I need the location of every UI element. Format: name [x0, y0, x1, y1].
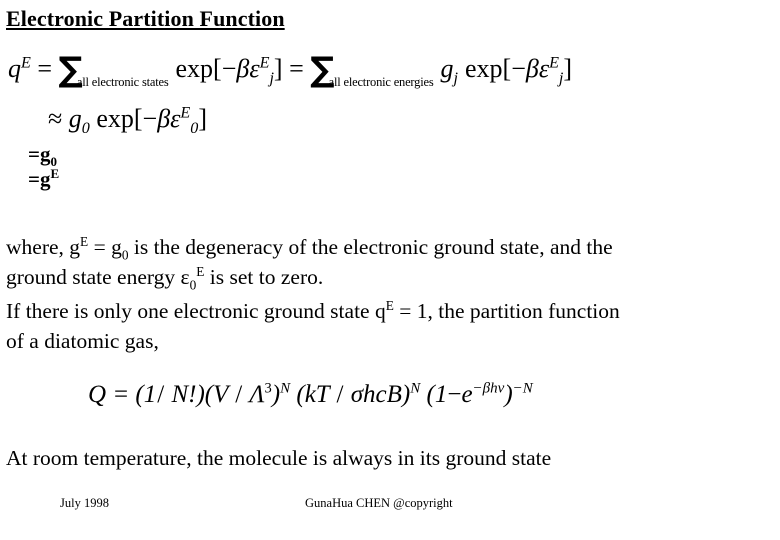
footer-copyright: GunaHua CHEN @copyright	[305, 496, 453, 510]
eq2-exp-open: exp[	[96, 104, 143, 133]
body-line1-part-a: where, g	[6, 235, 81, 259]
eq2-g: g	[68, 104, 82, 133]
body-line1-part-b: = g	[88, 235, 122, 259]
eq3-exponent-minus: −	[472, 380, 483, 397]
body-line2-subscript: 0	[189, 277, 197, 293]
eq1-term2-superscript: E	[549, 54, 559, 72]
eq3-power-minus-N: −N	[512, 380, 533, 397]
body-line3-part-b: = 1, the partition function	[393, 299, 620, 323]
eq3-kT: kT	[304, 381, 336, 408]
equation-total-partition-function: Q = (1/ N!)(V / Λ3)N (kT / σhcB)N (1−e−β…	[88, 381, 533, 409]
eq1-term2-beta: β	[525, 54, 539, 83]
eq1-lhs: q	[8, 54, 21, 83]
eq3-equals-open: = (1	[106, 381, 157, 408]
eq1-term2-close: ]	[563, 54, 573, 83]
eq1-term1-close: ]	[273, 54, 283, 83]
footer-date: July 1998	[60, 496, 109, 510]
body-line2-part-b: is set to zero.	[204, 265, 324, 289]
eq1-term2-epsilon: ε	[538, 54, 550, 83]
body-text-line-4: of a diatomic gas,	[6, 329, 159, 353]
gE-superscript: E	[50, 166, 60, 181]
eq3-open-paren-2: (	[290, 381, 305, 408]
eq1-term1-epsilon: ε	[249, 54, 260, 83]
body-line1-part-c: is the degeneracy of the electronic grou…	[128, 235, 613, 259]
page-title: Electronic Partition Function	[6, 6, 285, 31]
closing-sentence: At room temperature, the molecule is alw…	[6, 446, 552, 470]
slide-canvas: Electronic Partition Function qE = ∑all …	[0, 0, 780, 540]
body-line2-part-a: ground state energy ε	[6, 265, 190, 289]
equation-equals-g0: =g0	[28, 142, 57, 168]
body-line1-subscript: 0	[121, 247, 129, 263]
body-text-line-3: If there is only one electronic ground s…	[6, 296, 620, 326]
eq2-beta: β	[157, 104, 171, 133]
eq3-volume: V	[213, 381, 235, 408]
eq3-close-paren-3: )	[504, 381, 513, 408]
eq3-power-N-1: N	[280, 380, 291, 397]
eq2-close: ]	[198, 104, 207, 133]
eq1-equals-first: =	[37, 54, 53, 83]
body-line3-superscript: E	[385, 297, 394, 313]
body-line1-superscript: E	[80, 233, 89, 249]
equation-electronic-partition-sum: qE = ∑all electronic states exp[−βεEj] = …	[8, 50, 572, 90]
eq3-lambda: Λ	[243, 381, 265, 408]
eq2-minus: −	[142, 104, 158, 133]
gE-equals-g: =g	[28, 167, 51, 191]
eq1-term1-minus: −	[221, 54, 237, 83]
eq3-slash-2: /	[235, 381, 243, 408]
body-text-line-1: where, gE = g0 is the degeneracy of the …	[6, 232, 613, 262]
eq3-open-paren-3: (1	[420, 381, 448, 408]
eq3-lambda-power: 3	[264, 380, 272, 397]
eq3-slash-1: /	[157, 381, 165, 408]
eq1-exp-open: exp[	[175, 54, 222, 83]
eq1-term2-g-subscript: j	[453, 70, 458, 88]
eq1-equals-second: =	[289, 54, 304, 83]
eq1-sum1-label: all electronic states	[76, 75, 169, 89]
eq2-epsilon-superscript: E	[180, 104, 191, 122]
eq3-close-paren-2: )	[401, 381, 411, 408]
g0-equals-g: =g	[28, 142, 51, 166]
eq2-g-subscript: 0	[81, 120, 90, 138]
eq1-term1-superscript: E	[259, 54, 270, 72]
eq3-N-factorial: N!)(	[165, 381, 214, 408]
eq1-lhs-superscript: E	[21, 54, 31, 72]
eq1-sum2-label: all electronic energies	[328, 75, 434, 89]
eq3-close-paren-1: )	[271, 381, 281, 408]
eq1-term2-exp-open: exp[	[465, 54, 512, 83]
eq1-term2-g: g	[440, 54, 454, 83]
body-line3-part-a: If there is only one electronic ground s…	[6, 299, 386, 323]
eq3-minus: −	[447, 381, 462, 408]
eq1-term2-minus: −	[511, 54, 526, 83]
eq3-sigma-hcB: σhcB	[344, 381, 402, 408]
eq2-epsilon: ε	[170, 104, 181, 133]
equation-ground-state-approximation: ≈ g0 exp[−βεE0]	[48, 104, 207, 138]
eq3-exponent-hv: hv	[490, 380, 505, 397]
eq3-power-N-2: N	[410, 380, 421, 397]
body-text-line-2: ground state energy ε0E is set to zero.	[6, 262, 323, 292]
eq3-e: e	[461, 381, 473, 408]
eq2-approx-sign: ≈	[48, 104, 63, 133]
eq1-term1-beta: β	[236, 54, 250, 83]
eq3-Q: Q	[88, 381, 107, 408]
equation-equals-gE: =gE	[28, 167, 59, 192]
